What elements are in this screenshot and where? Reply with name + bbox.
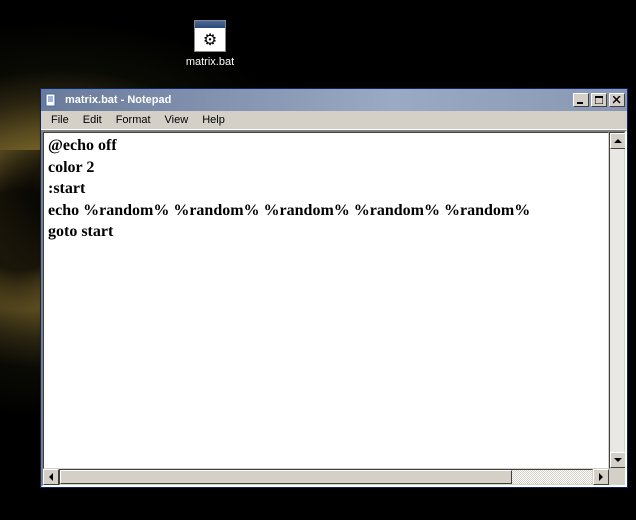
menubar: File Edit Format View Help <box>41 111 627 130</box>
scroll-thumb-horizontal[interactable] <box>60 470 512 484</box>
scroll-track-vertical[interactable] <box>610 149 624 452</box>
notepad-icon <box>43 92 59 108</box>
text-editor[interactable]: @echo off color 2 :start echo %random% %… <box>43 132 609 469</box>
window-controls <box>571 93 625 107</box>
scrollbar-corner <box>609 469 625 485</box>
menu-view[interactable]: View <box>159 113 195 127</box>
menu-format[interactable]: Format <box>110 113 157 127</box>
scroll-down-button[interactable] <box>610 452 625 468</box>
scroll-up-button[interactable] <box>610 133 625 149</box>
maximize-button[interactable] <box>591 93 607 107</box>
minimize-button[interactable] <box>573 93 589 107</box>
scroll-track-horizontal[interactable] <box>59 469 593 485</box>
menu-help[interactable]: Help <box>196 113 231 127</box>
titlebar[interactable]: matrix.bat - Notepad <box>41 89 627 111</box>
vertical-scrollbar[interactable] <box>609 132 625 469</box>
scroll-left-button[interactable] <box>43 469 59 485</box>
horizontal-scrollbar[interactable] <box>43 469 625 485</box>
scroll-right-button[interactable] <box>593 469 609 485</box>
editor-container: @echo off color 2 :start echo %random% %… <box>41 130 627 487</box>
batch-file-icon: ⚙ <box>194 20 226 52</box>
desktop-file-icon[interactable]: ⚙ matrix.bat <box>175 20 245 68</box>
window-title: matrix.bat - Notepad <box>63 94 567 106</box>
menu-file[interactable]: File <box>45 113 75 127</box>
desktop-icon-label: matrix.bat <box>186 56 234 68</box>
notepad-window: matrix.bat - Notepad File Edit Format Vi… <box>40 88 628 488</box>
menu-edit[interactable]: Edit <box>77 113 108 127</box>
close-button[interactable] <box>609 93 625 107</box>
